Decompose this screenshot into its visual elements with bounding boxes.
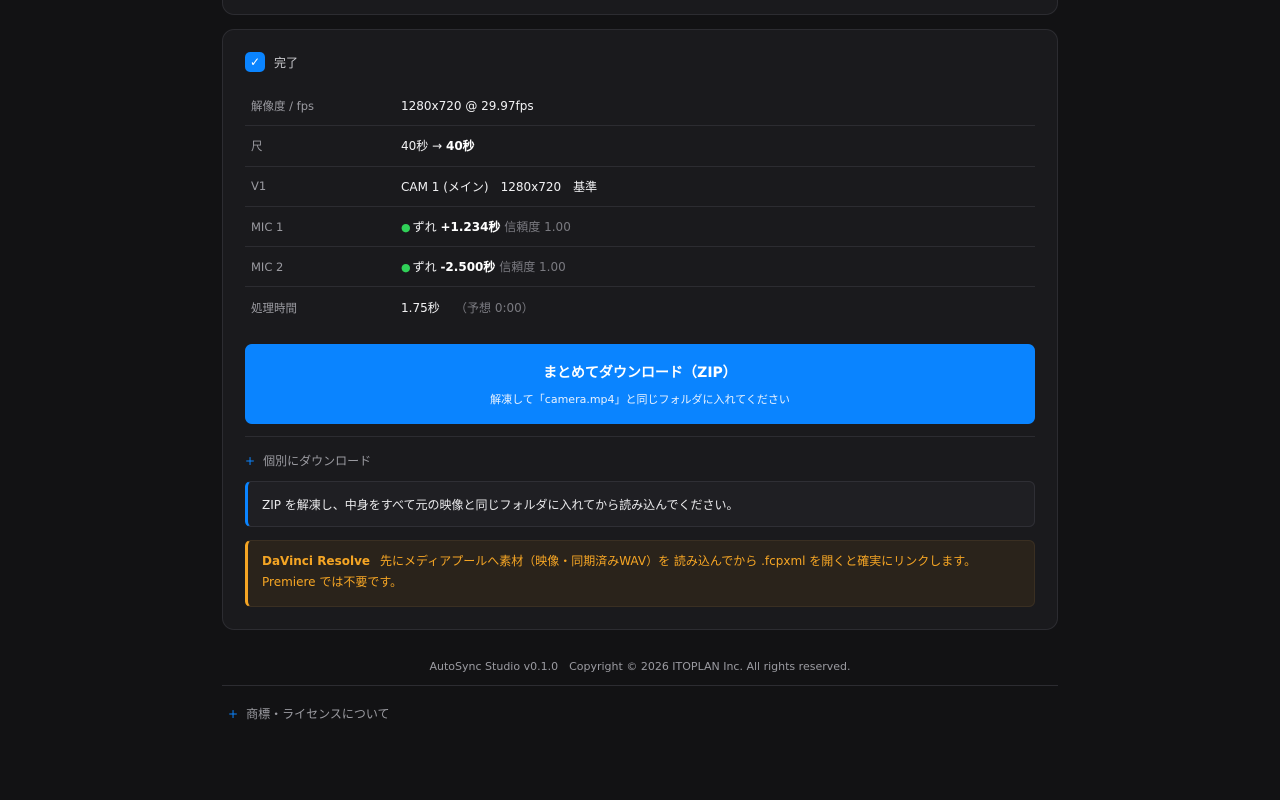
info-row-mic2: MIC 2 ● ずれ -2.500秒 信頼度 1.00 xyxy=(245,247,1035,288)
info-row-v1: V1 CAM 1 (メイン) 1280x720 基準 xyxy=(245,167,1035,207)
individual-download-label: 個別にダウンロード xyxy=(263,454,372,468)
warning-note: DaVinci Resolve 先にメディアプールへ素材（映像・同期済みWAV）を… xyxy=(245,540,1035,607)
offset-value: +1.234秒 xyxy=(440,220,501,235)
plus-icon: + xyxy=(245,453,256,468)
footer-divider xyxy=(222,685,1058,686)
info-note: ZIP を解凍し、中身をすべて元の映像と同じフォルダに入れてから読み込んでくださ… xyxy=(245,481,1035,527)
processing-estimate: （予想 0:00） xyxy=(455,301,534,316)
download-zip-button[interactable]: まとめてダウンロード（ZIP） 解凍して「camera.mp4」と同じフォルダに… xyxy=(245,344,1035,424)
offset-label: ずれ xyxy=(412,260,437,275)
plus-icon: + xyxy=(228,706,239,721)
divider xyxy=(245,436,1035,437)
info-note-text: ZIP を解凍し、中身をすべて元の映像と同じフォルダに入れてから読み込んでくださ… xyxy=(262,497,739,512)
arrow-icon: → xyxy=(428,139,446,154)
license-label: 商標・ライセンスについて xyxy=(246,707,390,721)
confidence: 信頼度 1.00 xyxy=(499,260,566,275)
individual-download-toggle[interactable]: + 個別にダウンロード xyxy=(245,452,371,469)
warning-title: DaVinci Resolve xyxy=(262,554,371,568)
processing-value: 1.75秒 xyxy=(401,301,440,316)
footer-copyright: AutoSync Studio v0.1.0 Copyright © 2026 … xyxy=(429,660,851,673)
done-label: 完了 xyxy=(274,55,299,70)
offset-value: -2.500秒 xyxy=(440,260,496,275)
info-key: 処理時間 xyxy=(251,300,297,315)
checkmark-icon: ✓ xyxy=(245,52,265,72)
info-value: 1.75秒 （予想 0:00） xyxy=(401,299,534,316)
license-toggle[interactable]: + 商標・ライセンスについて xyxy=(228,705,389,722)
status-dot-icon: ● xyxy=(401,221,411,235)
result-info-table: 解像度 / fps 1280x720 @ 29.97fps 尺 40秒 → 40… xyxy=(245,86,1035,328)
offset-label: ずれ xyxy=(412,220,437,235)
download-zip-subtitle: 解凍して「camera.mp4」と同じフォルダに入れてください xyxy=(490,392,790,406)
info-row-length: 尺 40秒 → 40秒 xyxy=(245,126,1035,167)
info-key: MIC 2 xyxy=(251,259,284,274)
info-value: 40秒 → 40秒 xyxy=(401,137,475,154)
info-row-processing-time: 処理時間 1.75秒 （予想 0:00） xyxy=(245,287,1035,327)
length-from: 40秒 xyxy=(401,139,429,154)
info-key: 尺 xyxy=(251,138,263,153)
done-status: ✓ 完了 xyxy=(245,52,298,72)
length-to: 40秒 xyxy=(445,139,475,154)
download-zip-title: まとめてダウンロード（ZIP） xyxy=(543,364,737,381)
info-key: V1 xyxy=(251,179,267,194)
info-row-resolution: 解像度 / fps 1280x720 @ 29.97fps xyxy=(245,86,1035,127)
info-row-mic1: MIC 1 ● ずれ +1.234秒 信頼度 1.00 xyxy=(245,207,1035,248)
info-value: ● ずれ -2.500秒 信頼度 1.00 xyxy=(401,258,566,275)
previous-card xyxy=(222,0,1058,15)
info-value: 1280x720 @ 29.97fps xyxy=(401,98,534,113)
info-value: ● ずれ +1.234秒 信頼度 1.00 xyxy=(401,218,571,235)
info-value: CAM 1 (メイン) 1280x720 基準 xyxy=(401,179,598,194)
info-key: MIC 1 xyxy=(251,219,284,234)
info-key: 解像度 / fps xyxy=(251,98,315,113)
confidence: 信頼度 1.00 xyxy=(504,220,571,235)
result-card: ✓ 完了 解像度 / fps 1280x720 @ 29.97fps 尺 40秒… xyxy=(222,29,1058,630)
status-dot-icon: ● xyxy=(401,261,411,275)
